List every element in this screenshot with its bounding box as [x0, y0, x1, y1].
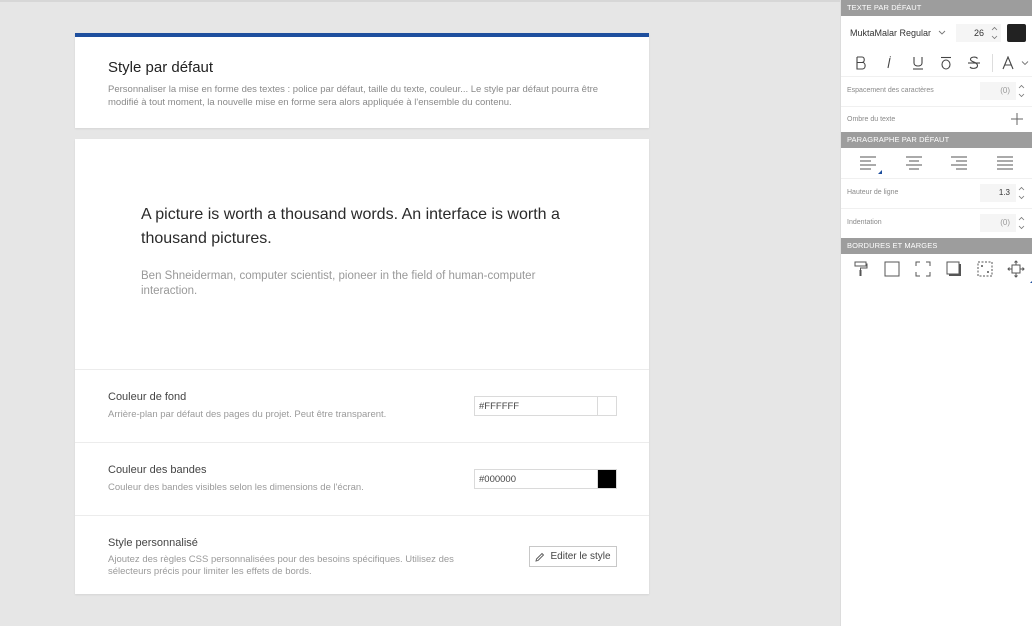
font-size-value: 26	[973, 28, 984, 38]
box-shadow-icon[interactable]	[939, 258, 970, 280]
borders-margins-section-header: BORDURES ET MARGES	[841, 238, 1032, 254]
letter-spacing-row: Espacement des caractères (0)	[841, 76, 1032, 106]
background-color-description: Arrière-plan par défaut des pages du pro…	[108, 409, 387, 420]
indentation-label: Indentation	[847, 219, 882, 226]
font-color-swatch[interactable]	[1007, 24, 1026, 42]
default-style-header-card: Style par défaut Personnaliser la mise e…	[75, 33, 649, 128]
top-divider	[0, 0, 840, 2]
font-family-select[interactable]: MuktaMalar Regular	[847, 24, 950, 42]
background-color-value[interactable]: #FFFFFF	[479, 401, 519, 412]
edit-style-button[interactable]: Editer le style	[529, 546, 617, 567]
border-radius-icon[interactable]	[970, 258, 1001, 280]
add-shadow-icon[interactable]	[1010, 112, 1024, 130]
align-center-icon[interactable]	[899, 152, 929, 174]
paragraph-align-toolbar	[841, 148, 1032, 178]
page-title: Style par défaut	[108, 59, 214, 76]
align-right-icon[interactable]	[944, 152, 974, 174]
font-row: MuktaMalar Regular 26	[841, 16, 1032, 50]
preview-author[interactable]: Ben Shneiderman, computer scientist, pio…	[141, 269, 581, 299]
borders-toolbar	[841, 254, 1032, 284]
indentation-stepper[interactable]	[1017, 215, 1026, 231]
line-height-value: 1.3	[998, 188, 1010, 197]
pencil-icon	[535, 552, 545, 562]
background-color-row: Couleur de fond Arrière-plan par défaut …	[75, 369, 649, 442]
custom-style-description: Ajoutez des règles CSS personnalisées po…	[108, 554, 454, 577]
text-shadow-row: Ombre du texte	[841, 106, 1032, 132]
edit-style-button-label: Editer le style	[550, 551, 611, 562]
paint-roller-icon[interactable]	[845, 258, 876, 280]
background-color-swatch[interactable]	[597, 397, 616, 415]
custom-style-label: Style personnalisé	[108, 537, 198, 549]
background-color-label: Couleur de fond	[108, 391, 187, 403]
band-color-value[interactable]: #000000	[479, 474, 516, 485]
custom-style-row: Style personnalisé Ajoutez des règles CS…	[75, 515, 649, 594]
background-color-input[interactable]: #FFFFFF	[474, 396, 617, 416]
line-height-stepper[interactable]	[1017, 185, 1026, 201]
indentation-value: (0)	[1000, 218, 1010, 227]
band-color-description: Couleur des bandes visibles selon les di…	[108, 482, 364, 493]
band-color-row: Couleur des bandes Couleur des bandes vi…	[75, 442, 649, 515]
line-height-row: Hauteur de ligne 1.3	[841, 178, 1032, 208]
italic-button[interactable]	[875, 52, 903, 74]
bold-button[interactable]	[847, 52, 875, 74]
letter-spacing-value: (0)	[1000, 86, 1010, 95]
properties-panel: TEXTE PAR DÉFAUT MuktaMalar Regular 26 E…	[840, 0, 1032, 626]
toolbar-divider	[992, 54, 993, 72]
band-color-input[interactable]: #000000	[474, 469, 617, 489]
text-transform-button[interactable]	[997, 52, 1018, 74]
font-family-value: MuktaMalar Regular	[850, 28, 932, 38]
underline-button[interactable]	[903, 52, 931, 74]
chevron-down-icon	[938, 24, 946, 49]
align-left-icon[interactable]	[853, 152, 883, 174]
chevron-down-icon[interactable]	[1018, 52, 1032, 74]
letter-spacing-label: Espacement des caractères	[847, 87, 934, 94]
strikethrough-button[interactable]	[960, 52, 988, 74]
letter-spacing-input[interactable]: (0)	[980, 82, 1016, 100]
border-corners-icon[interactable]	[907, 258, 938, 280]
band-color-swatch[interactable]	[597, 470, 616, 488]
letter-spacing-stepper[interactable]	[1017, 83, 1026, 99]
style-preview-card: A picture is worth a thousand words. An …	[75, 139, 649, 594]
selected-indicator	[877, 170, 882, 174]
indentation-row: Indentation (0)	[841, 208, 1032, 238]
align-justify-icon[interactable]	[990, 152, 1020, 174]
page-description: Personnaliser la mise en forme des texte…	[108, 84, 599, 108]
indentation-input[interactable]: (0)	[980, 214, 1016, 232]
band-color-label: Couleur des bandes	[108, 464, 207, 476]
font-size-stepper[interactable]	[990, 25, 999, 41]
preview-quote[interactable]: A picture is worth a thousand words. An …	[141, 203, 601, 251]
text-shadow-label: Ombre du texte	[847, 116, 896, 123]
margins-move-icon[interactable]	[1001, 258, 1032, 283]
default-paragraph-section-header: PARAGRAPHE PAR DÉFAUT	[841, 132, 1032, 148]
line-height-input[interactable]: 1.3	[980, 184, 1016, 202]
text-style-toolbar	[841, 50, 1032, 76]
default-text-section-header: TEXTE PAR DÉFAUT	[841, 0, 1032, 16]
border-all-icon[interactable]	[876, 258, 907, 280]
overline-button[interactable]	[932, 52, 960, 74]
line-height-label: Hauteur de ligne	[847, 189, 899, 196]
